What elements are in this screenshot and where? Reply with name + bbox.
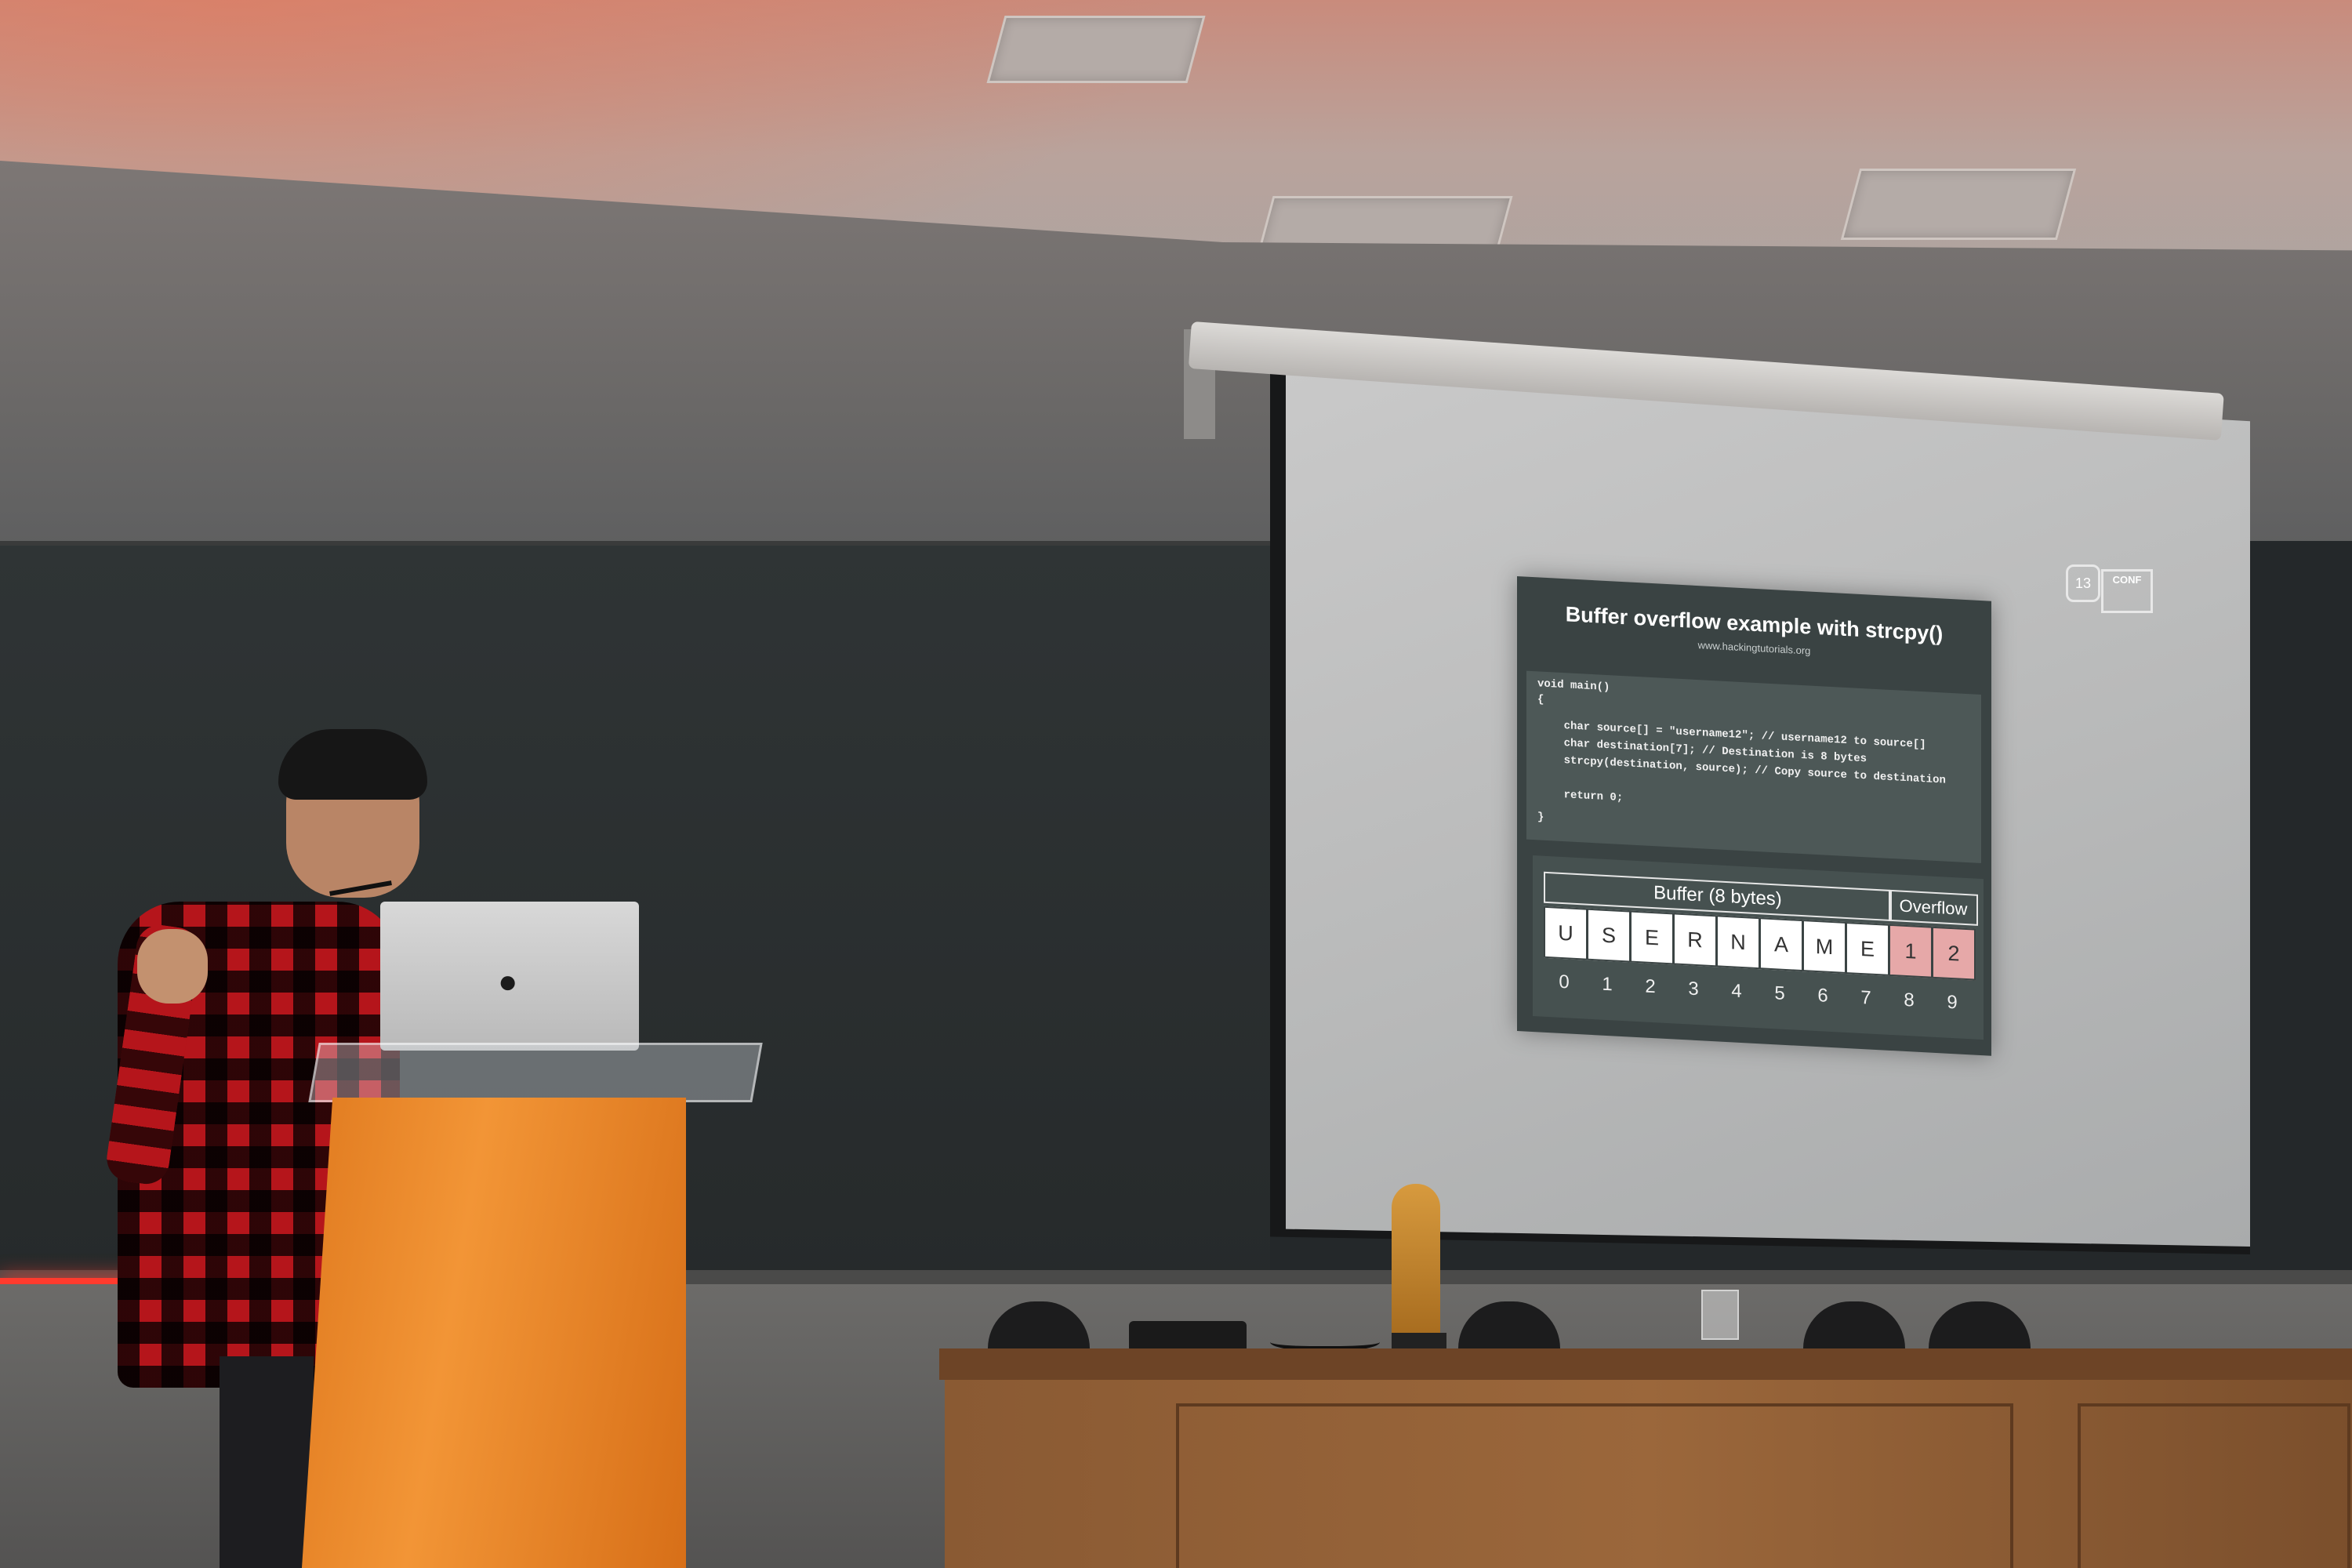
buffer-cell: R [1673,913,1717,967]
cell-index: 7 [1860,986,1871,1009]
ceiling-vent [986,16,1206,83]
trophy-figurine [1392,1184,1440,1341]
buffer-cell: E [1630,910,1674,965]
code-line: } [1537,811,1544,824]
wireless-mic-receiver [1129,1321,1247,1352]
table-panel [2078,1403,2350,1568]
buffer-cell: U [1544,906,1588,960]
trophy-base [1392,1333,1446,1350]
overflow-cell: 2 [1932,926,1976,981]
ceiling-vent [1840,169,2077,240]
conference-logo-text: CONF [2101,569,2153,613]
buffer-cell: N [1716,915,1760,970]
buffer-diagram: Buffer (8 bytes) Overflow U S E R N A M … [1533,855,1984,1040]
cell-index: 3 [1688,978,1699,1000]
overflow-cell: 1 [1889,924,1933,978]
table-panel [1176,1403,2013,1568]
presenter-legs [220,1356,314,1568]
cell-index: 4 [1731,980,1742,1003]
conference-photo: 13 CONF Buffer overflow example with str… [0,0,2352,1568]
cable [1270,1329,1380,1351]
plastic-cup [1701,1290,1739,1340]
buffer-cell: A [1759,917,1803,972]
buffer-cell: S [1587,908,1631,963]
orange-podium-cover [302,1098,686,1568]
apple-logo-icon: ● [498,963,518,1000]
cell-index: 5 [1774,982,1785,1004]
acrylic-podium-top [308,1043,763,1102]
code-block: void main() { char source[] = "username1… [1526,670,1981,864]
presenter-hair [278,729,427,800]
cell-index: 6 [1817,985,1828,1007]
projected-slide: Buffer overflow example with strcpy() ww… [1517,576,1991,1056]
conference-logo-icon: 13 [2066,564,2100,602]
cell-index: 1 [1602,973,1613,996]
buffer-cell: M [1802,920,1846,975]
cell-index: 0 [1559,971,1570,993]
table-top [939,1348,2352,1380]
code-line: { [1537,693,1544,706]
presenter-hand [137,929,208,1004]
code-line: void main() [1537,677,1610,695]
overflow-label: Overflow [1889,889,1978,926]
buffer-cell: E [1846,921,1889,976]
cell-index: 2 [1645,975,1656,998]
cell-index: 8 [1904,989,1915,1011]
code-line: return 0; [1537,787,1624,805]
cell-index: 9 [1947,991,1958,1014]
